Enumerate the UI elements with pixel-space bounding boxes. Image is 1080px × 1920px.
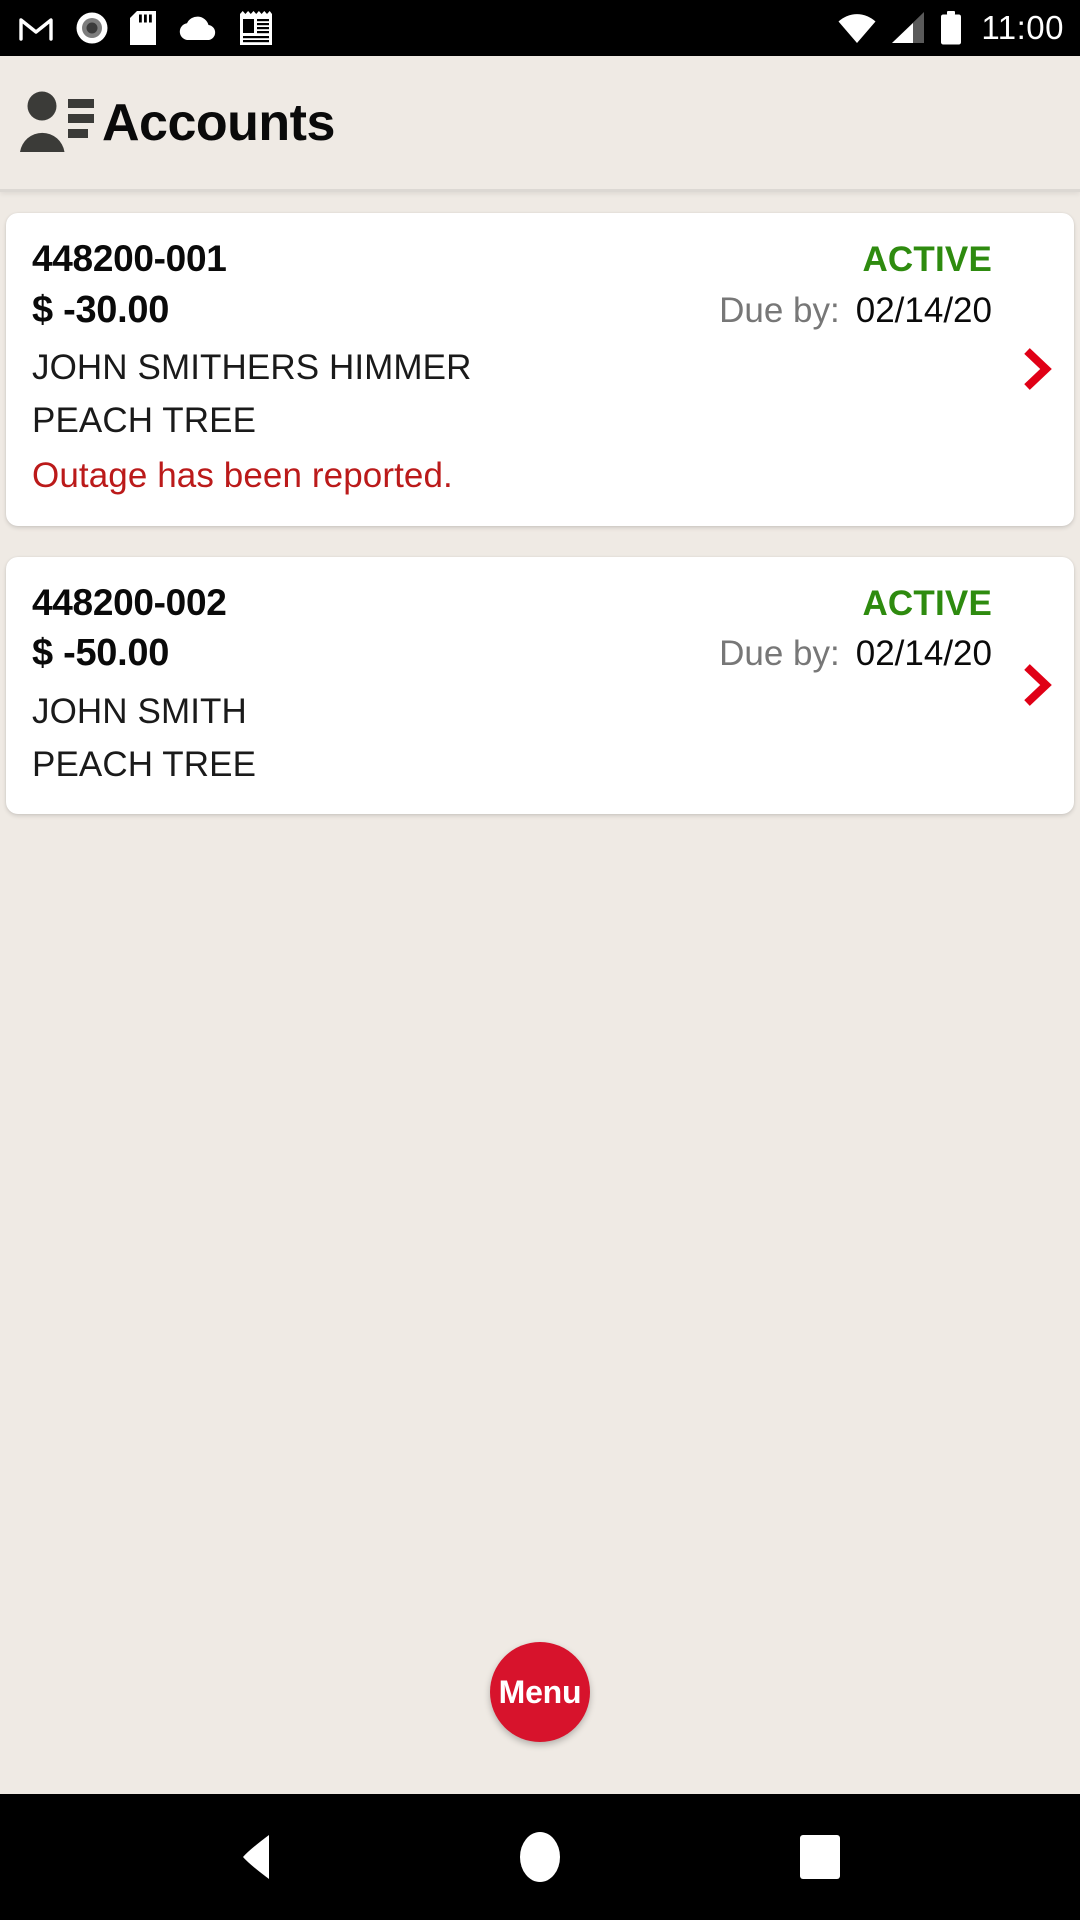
account-card-top-row: 448200-002 ACTIVE	[32, 579, 1048, 627]
menu-fab-label: Menu	[498, 1673, 582, 1710]
contact-details-icon	[18, 90, 96, 156]
android-navigation-bar	[0, 1794, 1080, 1920]
due-by-label: Due by:	[719, 290, 840, 330]
cellular-signal-icon	[891, 12, 925, 44]
status-bar-notification-icons	[18, 11, 272, 45]
screen-record-icon	[75, 11, 109, 45]
account-address: PEACH TREE	[32, 401, 257, 441]
page-title: Accounts	[102, 93, 335, 152]
account-card[interactable]: 448200-002 ACTIVE $ -50.00 Due by: 02/14…	[6, 556, 1074, 815]
outage-alert-message: Outage has been reported.	[32, 456, 453, 496]
due-by-date: 02/14/20	[855, 290, 992, 330]
accounts-list: 448200-001 ACTIVE $ -30.00 Due by: 02/14…	[0, 192, 1080, 1794]
due-by-label: Due by:	[719, 634, 840, 674]
account-balance: $ -50.00	[32, 632, 170, 675]
cloud-icon	[177, 14, 219, 42]
menu-fab-button[interactable]: Menu	[490, 1642, 590, 1742]
status-badge: ACTIVE	[862, 240, 992, 279]
news-icon	[240, 11, 272, 45]
account-holder-name: JOHN SMITH	[32, 691, 247, 731]
gmail-icon	[18, 14, 54, 42]
account-number: 448200-001	[32, 238, 227, 279]
status-bar-clock: 11:00	[981, 9, 1064, 46]
battery-icon	[940, 11, 962, 45]
chevron-right-icon[interactable]	[1020, 346, 1054, 392]
account-address: PEACH TREE	[32, 744, 257, 784]
sd-card-icon	[130, 11, 156, 45]
back-triangle-icon[interactable]	[200, 1794, 320, 1920]
recents-square-icon[interactable]	[760, 1794, 880, 1920]
account-card-balance-row: $ -50.00 Due by: 02/14/20	[32, 626, 1048, 681]
account-number: 448200-002	[32, 581, 227, 623]
status-bar-system-icons: 11:00	[838, 9, 1064, 47]
status-bar: 11:00	[0, 0, 1080, 56]
phone-screen: 11:00 Accounts 448200-001 ACTIVE $ -30.0…	[0, 0, 1080, 1920]
account-card-top-row: 448200-001 ACTIVE	[32, 235, 1048, 283]
status-badge: ACTIVE	[862, 583, 992, 623]
account-card-balance-row: $ -30.00 Due by: 02/14/20	[32, 283, 1048, 338]
due-by-date: 02/14/20	[855, 634, 992, 674]
home-circle-icon[interactable]	[480, 1794, 600, 1920]
due-by-group: Due by: 02/14/20	[719, 629, 1048, 680]
account-card[interactable]: 448200-001 ACTIVE $ -30.00 Due by: 02/14…	[6, 213, 1074, 526]
account-holder-name: JOHN SMITHERS HIMMER	[32, 347, 472, 387]
app-header: Accounts	[0, 56, 1080, 192]
wifi-icon	[838, 12, 876, 44]
account-balance: $ -30.00	[32, 288, 170, 331]
due-by-group: Due by: 02/14/20	[719, 286, 1048, 337]
chevron-right-icon[interactable]	[1020, 662, 1054, 708]
